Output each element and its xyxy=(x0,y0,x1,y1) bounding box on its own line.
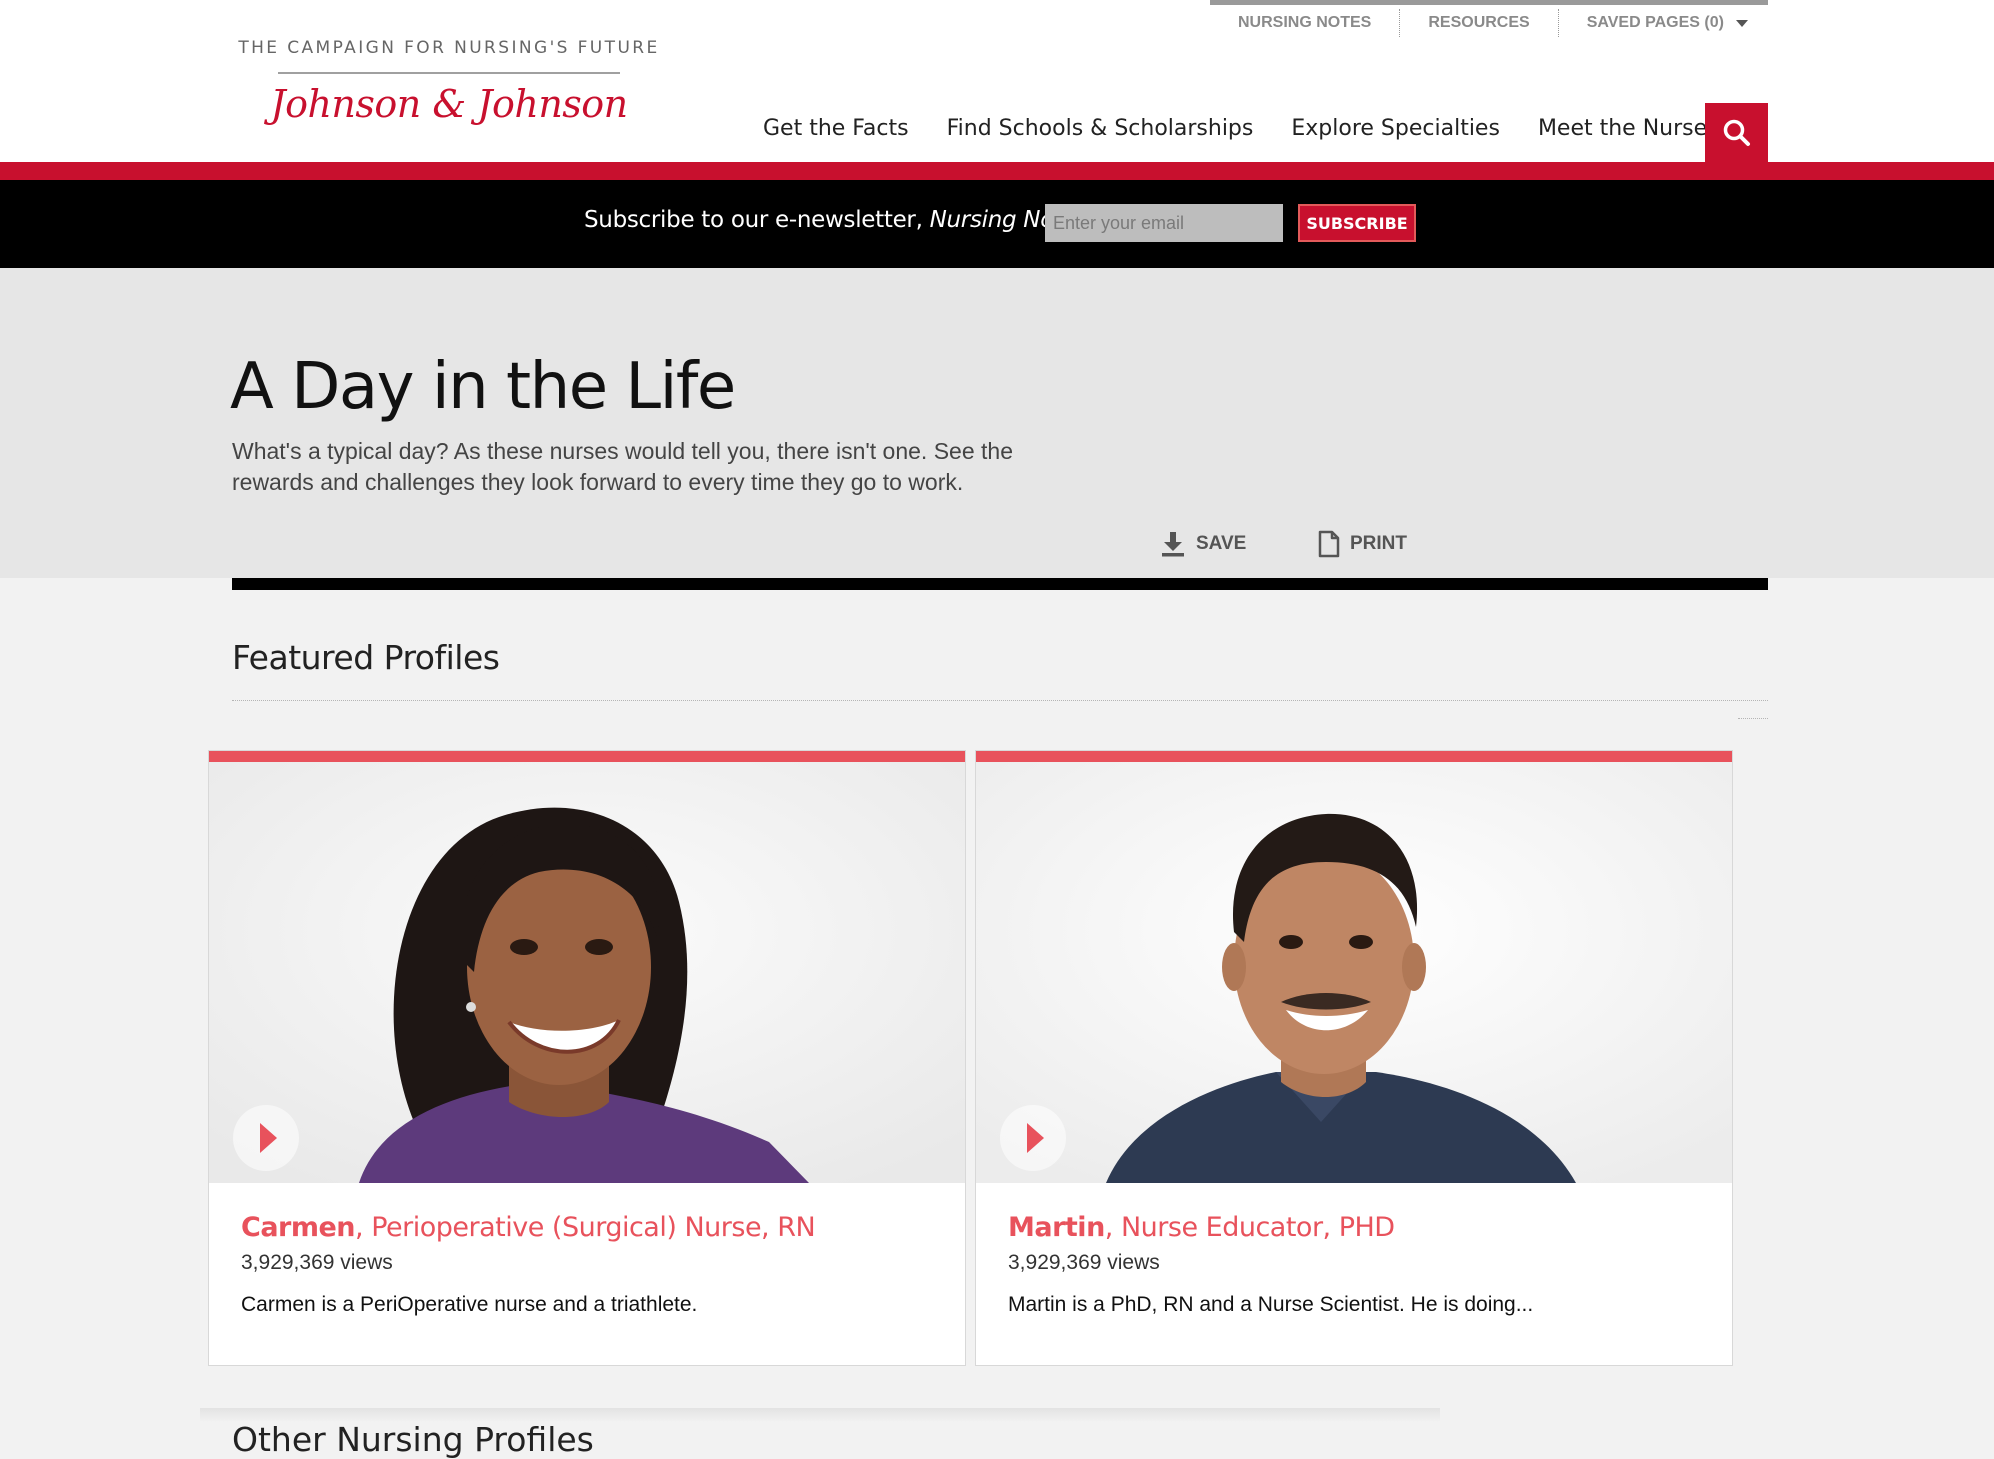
site-logo[interactable]: THE CAMPAIGN FOR NURSING'S FUTURE Johnso… xyxy=(238,38,660,138)
play-icon xyxy=(1026,1123,1044,1153)
profile-name: Martin xyxy=(1008,1212,1105,1243)
profile-name: Carmen xyxy=(241,1212,356,1243)
search-button[interactable] xyxy=(1705,103,1768,162)
nav-get-the-facts[interactable]: Get the Facts xyxy=(763,100,909,141)
other-profiles-heading: Other Nursing Profiles xyxy=(232,1420,594,1459)
resources-link[interactable]: RESOURCES xyxy=(1400,8,1559,37)
logo-divider xyxy=(278,72,620,74)
save-button[interactable]: SAVE xyxy=(1160,530,1246,558)
profile-title[interactable]: Martin, Nurse Educator, PHD xyxy=(1008,1212,1395,1243)
play-button[interactable] xyxy=(233,1105,299,1171)
carmen-portrait xyxy=(209,762,965,1183)
nav-find-schools[interactable]: Find Schools & Scholarships xyxy=(947,100,1254,141)
profile-views: 3,929,369 views xyxy=(1008,1251,1160,1274)
profile-views: 3,929,369 views xyxy=(241,1251,393,1274)
featured-profiles-heading: Featured Profiles xyxy=(232,638,500,677)
profile-description: Carmen is a PeriOperative nurse and a tr… xyxy=(241,1293,698,1316)
play-icon xyxy=(259,1123,277,1153)
newsletter-text: Subscribe to our e-newsletter, xyxy=(584,207,930,233)
card-accent-bar xyxy=(209,751,965,762)
profile-role: , Perioperative (Surgical) Nurse, RN xyxy=(355,1212,816,1243)
logo-wordmark: Johnson & Johnson xyxy=(270,82,628,126)
hero-divider xyxy=(232,578,1768,590)
print-label: PRINT xyxy=(1350,533,1407,554)
saved-pages-dropdown[interactable]: SAVED PAGES (0) xyxy=(1559,9,1758,37)
save-label: SAVE xyxy=(1196,533,1247,554)
saved-pages-label: SAVED PAGES (0) xyxy=(1586,13,1724,31)
nav-meet-the-nurses[interactable]: Meet the Nurses xyxy=(1538,100,1719,141)
newsletter-email-input[interactable] xyxy=(1045,204,1283,242)
document-icon xyxy=(1318,530,1340,558)
header-red-bar xyxy=(0,162,1994,180)
card-accent-bar xyxy=(976,751,1732,762)
page-title: A Day in the Life xyxy=(230,350,736,424)
page-description: What's a typical day? As these nurses wo… xyxy=(232,438,1014,495)
profile-description: Martin is a PhD, RN and a Nurse Scientis… xyxy=(1008,1293,1534,1316)
search-icon xyxy=(1723,119,1750,146)
play-button[interactable] xyxy=(1000,1105,1066,1171)
section-divider-tail xyxy=(1738,718,1768,719)
subscribe-button[interactable]: SUBSCRIBE xyxy=(1298,204,1416,242)
profile-card-martin[interactable]: Martin, Nurse Educator, PHD 3,929,369 vi… xyxy=(975,750,1733,1366)
chevron-down-icon xyxy=(1735,19,1748,27)
section-divider xyxy=(232,700,1768,701)
nav-explore-specialties[interactable]: Explore Specialties xyxy=(1291,100,1500,141)
print-button[interactable]: PRINT xyxy=(1318,530,1407,558)
profile-video-thumbnail[interactable] xyxy=(209,762,965,1183)
nursing-notes-link[interactable]: NURSING NOTES xyxy=(1210,8,1401,37)
download-icon xyxy=(1162,532,1184,557)
profile-role: , Nurse Educator, PHD xyxy=(1104,1212,1395,1243)
profile-card-carmen[interactable]: Carmen, Perioperative (Surgical) Nurse, … xyxy=(208,750,966,1366)
main-nav: Get the Facts Find Schools & Scholarship… xyxy=(744,100,1738,162)
logo-tagline: THE CAMPAIGN FOR NURSING'S FUTURE xyxy=(238,38,660,58)
martin-portrait xyxy=(976,762,1732,1183)
profile-video-thumbnail[interactable] xyxy=(976,762,1732,1183)
newsletter-prompt: Subscribe to our e-newsletter, Nursing N… xyxy=(584,207,1089,233)
profile-title[interactable]: Carmen, Perioperative (Surgical) Nurse, … xyxy=(241,1212,816,1243)
utility-nav: NURSING NOTES RESOURCES SAVED PAGES (0) xyxy=(1210,0,1768,40)
